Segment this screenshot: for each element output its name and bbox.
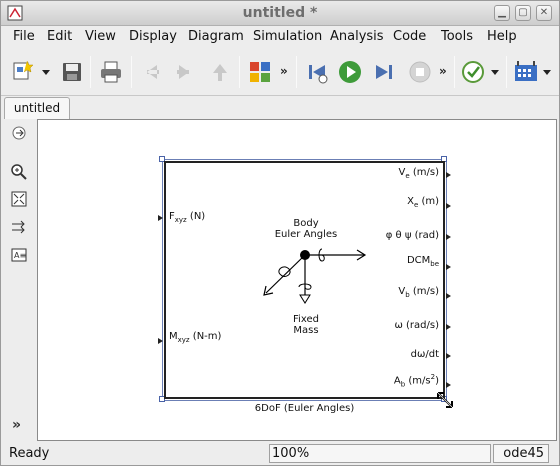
menu-view[interactable]: View xyxy=(85,29,116,44)
block-name-label[interactable]: 6DoF (Euler Angles) xyxy=(164,403,445,414)
run-icon[interactable] xyxy=(335,57,365,87)
tab-bar: untitled xyxy=(1,96,559,119)
menu-simulation[interactable]: Simulation xyxy=(253,29,322,44)
model-advisor-icon[interactable] xyxy=(459,57,489,87)
status-text: Ready xyxy=(9,446,50,461)
output-port-1[interactable] xyxy=(446,172,451,178)
model-canvas[interactable]: Fxyz (N) Mxyz (N-m) Ve (m/s) Xe (m) φ θ … xyxy=(37,119,557,441)
zoom-level[interactable]: 100% xyxy=(269,444,491,463)
title-bar[interactable]: untitled * ▁ ▢ ✕ xyxy=(1,1,559,26)
toolbar-overflow-icon[interactable]: » xyxy=(280,64,288,78)
print-icon[interactable] xyxy=(96,57,126,87)
menu-file[interactable]: File xyxy=(13,29,35,44)
tab-untitled[interactable]: untitled xyxy=(4,97,70,119)
output-port-4[interactable] xyxy=(446,264,451,270)
up-icon[interactable] xyxy=(205,57,235,87)
window-title: untitled * xyxy=(242,5,318,21)
toolbar-separator xyxy=(90,56,91,88)
fit-view-icon[interactable] xyxy=(10,190,28,208)
6dof-euler-angles-block[interactable]: Fxyz (N) Mxyz (N-m) Ve (m/s) Xe (m) φ θ … xyxy=(164,161,445,399)
maximize-button[interactable]: ▢ xyxy=(515,5,531,21)
palette-overflow-icon[interactable]: » xyxy=(12,417,21,433)
output-port-label: Vb (m/s) xyxy=(398,286,439,299)
menu-bar: File Edit View Display Diagram Simulatio… xyxy=(1,26,559,48)
output-port-label: Ab (m/s2) xyxy=(393,373,439,389)
close-button[interactable]: ✕ xyxy=(536,5,552,21)
menu-code[interactable]: Code xyxy=(393,29,426,44)
toolbar-separator xyxy=(131,56,132,88)
signal-arrows-icon[interactable] xyxy=(10,218,28,236)
save-icon[interactable] xyxy=(57,57,87,87)
step-forward-icon[interactable] xyxy=(369,57,399,87)
menu-edit[interactable]: Edit xyxy=(47,29,72,44)
block-icon-label-top: Body Euler Angles xyxy=(274,218,338,240)
zoom-icon[interactable] xyxy=(10,163,28,181)
left-palette: A≡ » xyxy=(1,119,37,441)
toolbar-separator xyxy=(454,56,455,88)
toolbar-separator xyxy=(506,56,507,88)
output-port-label: ω (rad/s) xyxy=(394,320,439,331)
back-icon[interactable] xyxy=(137,57,167,87)
body-axes-icon xyxy=(263,248,367,304)
annotation-icon[interactable]: A≡ xyxy=(10,246,28,264)
input-port-1[interactable] xyxy=(158,215,163,221)
hide-browser-icon[interactable] xyxy=(10,124,28,142)
advisor-dropdown-icon[interactable] xyxy=(490,68,500,76)
build-dropdown-icon[interactable] xyxy=(542,68,552,76)
output-port-6[interactable] xyxy=(446,324,451,330)
input-port-label-moment: Mxyz (N-m) xyxy=(169,331,222,344)
simulink-window: untitled * ▁ ▢ ✕ File Edit View Display … xyxy=(0,0,560,466)
output-port-label: dω/dt xyxy=(410,349,439,360)
status-bar: Ready 100% ode45 xyxy=(1,442,559,465)
step-back-icon[interactable] xyxy=(302,57,332,87)
output-port-8[interactable] xyxy=(446,382,451,388)
menu-help[interactable]: Help xyxy=(487,29,517,44)
new-model-icon[interactable] xyxy=(9,57,39,87)
output-port-label: DCMbe xyxy=(406,255,439,268)
menu-diagram[interactable]: Diagram xyxy=(188,29,244,44)
output-port-label: φ θ ψ (rad) xyxy=(385,230,439,241)
input-port-2[interactable] xyxy=(158,338,163,344)
output-port-2[interactable] xyxy=(446,203,451,209)
menu-tools[interactable]: Tools xyxy=(441,29,473,44)
library-browser-icon[interactable] xyxy=(245,57,275,87)
toolbar-separator xyxy=(296,56,297,88)
input-port-label-force: Fxyz (N) xyxy=(169,211,206,224)
stop-icon[interactable] xyxy=(405,57,435,87)
solver-name[interactable]: ode45 xyxy=(493,444,549,463)
new-model-dropdown-icon[interactable] xyxy=(41,68,51,76)
svg-text:A≡: A≡ xyxy=(14,251,26,260)
minimize-button[interactable]: ▁ xyxy=(494,5,510,21)
output-port-label: Ve (m/s) xyxy=(398,167,439,180)
output-port-label: Xe (m) xyxy=(407,196,439,209)
toolbar-separator xyxy=(239,56,240,88)
output-port-3[interactable] xyxy=(446,234,451,240)
menu-analysis[interactable]: Analysis xyxy=(330,29,384,44)
toolbar-overflow-icon[interactable]: » xyxy=(439,64,447,78)
menu-display[interactable]: Display xyxy=(129,29,177,44)
build-icon[interactable] xyxy=(511,57,541,87)
toolbar: » » xyxy=(1,48,559,96)
output-port-5[interactable] xyxy=(446,293,451,299)
output-port-7[interactable] xyxy=(446,353,451,359)
forward-icon[interactable] xyxy=(169,57,199,87)
